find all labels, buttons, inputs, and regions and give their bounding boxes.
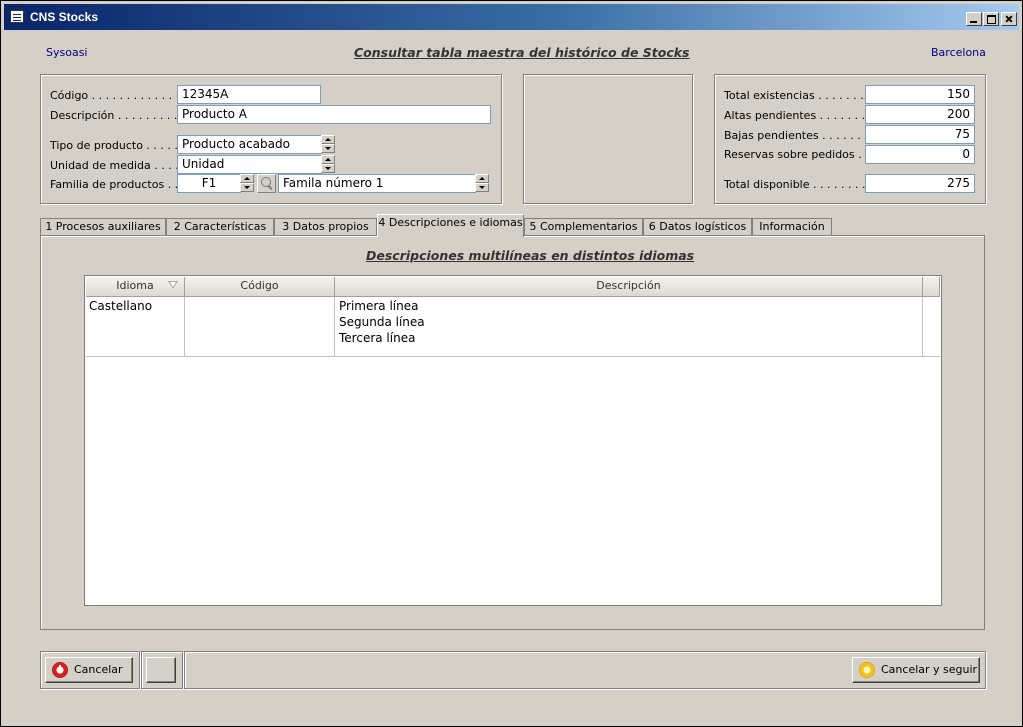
reservas-field: 0 — [865, 145, 975, 164]
cell-descripcion-line-3: Tercera línea — [339, 331, 416, 345]
codigo-field[interactable]: 12345A — [177, 85, 321, 104]
tab-informacion[interactable]: Información — [752, 218, 832, 236]
cell-descripcion-line-2: Segunda línea — [339, 315, 425, 329]
descripcion-field[interactable]: Producto A — [177, 105, 491, 124]
main-window: CNS Stocks Sysoasi Consultar tabla maest… — [0, 0, 1023, 727]
cancel-and-continue-button[interactable]: Cancelar y seguir — [852, 657, 980, 683]
tipo-spinner[interactable] — [321, 135, 335, 154]
familia-name-spinner[interactable] — [475, 174, 489, 193]
familia-label: Familia de productos . . . — [50, 178, 186, 191]
cancel-icon — [52, 662, 68, 678]
table-row[interactable]: Castellano Primera línea Segunda línea T… — [86, 297, 940, 357]
bajas-label: Bajas pendientes . . . . . . . . — [724, 129, 875, 142]
familia-name-field[interactable]: Famila número 1 — [278, 174, 476, 193]
search-icon[interactable] — [257, 174, 276, 193]
chevron-up-icon[interactable] — [321, 155, 335, 164]
chevron-down-icon[interactable] — [321, 164, 335, 173]
cancel-button[interactable]: Cancelar — [45, 657, 133, 683]
image-box — [523, 74, 693, 204]
maximize-icon[interactable] — [983, 12, 999, 26]
descripcion-label: Descripción . . . . . . . . . — [50, 109, 178, 122]
column-header-idioma[interactable]: Idioma — [86, 277, 185, 297]
tab-datos-propios[interactable]: 3 Datos propios — [274, 218, 377, 236]
unidad-field[interactable]: Unidad — [177, 155, 322, 174]
descriptions-table[interactable]: Idioma Código Descripción Castellano Pri… — [84, 275, 942, 606]
chevron-down-icon[interactable] — [240, 183, 254, 192]
page-title: Consultar tabla maestra del histórico de… — [354, 45, 690, 60]
tab-datos-logisticos[interactable]: 6 Datos logísticos — [643, 218, 752, 236]
chevron-down-icon[interactable] — [321, 144, 335, 153]
title-bar[interactable]: CNS Stocks — [4, 4, 1019, 30]
tab-caracteristicas[interactable]: 2 Características — [166, 218, 274, 236]
continue-icon — [859, 662, 875, 678]
close-icon[interactable] — [1001, 12, 1017, 26]
tab-complementarios[interactable]: 5 Complementarios — [524, 218, 643, 236]
familia-spinner[interactable] — [240, 174, 254, 193]
sort-icon[interactable] — [168, 281, 178, 289]
company-name: Sysoasi — [46, 46, 88, 59]
column-header-codigo[interactable]: Código — [185, 277, 335, 297]
app-icon — [10, 10, 24, 23]
bajas-field: 75 — [865, 125, 975, 144]
total-disponible-label: Total disponible . . . . . . . . . — [724, 178, 873, 191]
tipo-field[interactable]: Producto acabado — [177, 135, 322, 154]
altas-field: 200 — [865, 105, 975, 124]
codigo-label: Código . . . . . . . . . . . . — [50, 89, 173, 102]
client-area: Sysoasi Consultar tabla maestra del hist… — [8, 31, 1013, 719]
chevron-up-icon[interactable] — [475, 174, 489, 183]
location-name: Barcelona — [931, 46, 986, 59]
column-header-descripcion[interactable]: Descripción — [335, 277, 923, 297]
chevron-down-icon[interactable] — [475, 183, 489, 192]
chevron-up-icon[interactable] — [321, 135, 335, 144]
column-header-extra — [923, 277, 940, 297]
minimize-icon[interactable] — [966, 12, 982, 26]
tab-procesos-auxiliares[interactable]: 1 Procesos auxiliares — [40, 218, 166, 236]
total-disponible-field: 275 — [865, 174, 975, 193]
cell-descripcion-line-1: Primera línea — [339, 299, 419, 313]
cell-idioma: Castellano — [89, 299, 153, 313]
chevron-up-icon[interactable] — [240, 174, 254, 183]
tipo-label: Tipo de producto . . . . . — [50, 139, 178, 152]
total-existencias-field: 150 — [865, 85, 975, 104]
unidad-spinner[interactable] — [321, 155, 335, 174]
window-title: CNS Stocks — [30, 10, 99, 24]
blank-button[interactable] — [146, 657, 176, 683]
unidad-label: Unidad de medida . . . . . — [50, 159, 186, 172]
total-existencias-label: Total existencias . . . . . . . . — [724, 89, 871, 102]
tab-descripciones-idiomas[interactable]: 4 Descripciones e idiomas — [377, 214, 524, 237]
panel-title: Descripciones multilíneas en distintos i… — [366, 248, 695, 263]
familia-code-field[interactable]: F1 — [177, 174, 241, 193]
altas-label: Altas pendientes . . . . . . . . — [724, 109, 873, 122]
reservas-label: Reservas sobre pedidos . . . — [724, 148, 876, 161]
